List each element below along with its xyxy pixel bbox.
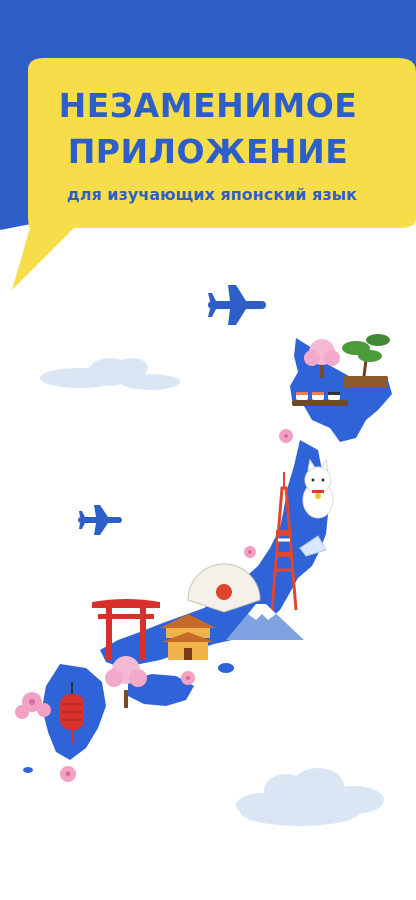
airplane-icon — [78, 505, 122, 535]
sakura-flower-icon — [60, 766, 76, 782]
sakura-flower-icon — [181, 671, 195, 685]
screen: НЕЗАМЕНИМОЕ ПРИЛОЖЕНИЕ для изучающих япо… — [0, 0, 416, 900]
cloud-icon — [236, 768, 384, 826]
sushi-icon — [292, 392, 348, 406]
sakura-flower-icon — [279, 429, 293, 443]
cloud-icon — [40, 358, 180, 390]
bonsai-icon — [342, 334, 390, 388]
illustration — [15, 285, 392, 826]
sakura-flower-icon — [244, 546, 256, 558]
airplane-icon — [208, 285, 266, 325]
